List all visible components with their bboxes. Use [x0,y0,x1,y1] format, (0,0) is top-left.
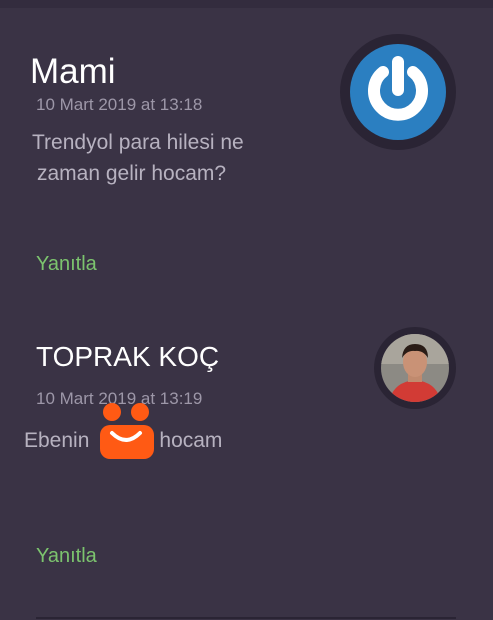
reply-button[interactable]: Yanıtla [36,545,97,568]
comment-author: Mami [30,52,116,91]
comment-item: Mami 10 Mart 2019 at 13:18 Trendyol para… [0,0,493,300]
comment-text-part: hocam [159,429,223,452]
comment-item: TOPRAK KOÇ 10 Mart 2019 at 13:19 Ebenin h… [0,300,493,620]
reply-button[interactable]: Yanıtla [36,253,97,276]
censor-sticker [98,399,156,461]
comment-text-line: zaman gelir hocam? [37,162,227,185]
comment-author: TOPRAK KOÇ [36,341,220,372]
comment-text-line: Trendyol para hilesi ne [32,131,244,154]
user-photo [381,334,449,402]
comment-text: Trendyol para hilesi ne zaman gelir hoca… [32,127,322,189]
avatar[interactable] [340,34,456,150]
comment-date: 10 Mart 2019 at 13:18 [36,95,203,114]
comment-text-part: Ebenin [24,429,90,452]
avatar[interactable] [374,327,456,409]
power-logo-icon [350,44,446,140]
divider [36,617,456,619]
